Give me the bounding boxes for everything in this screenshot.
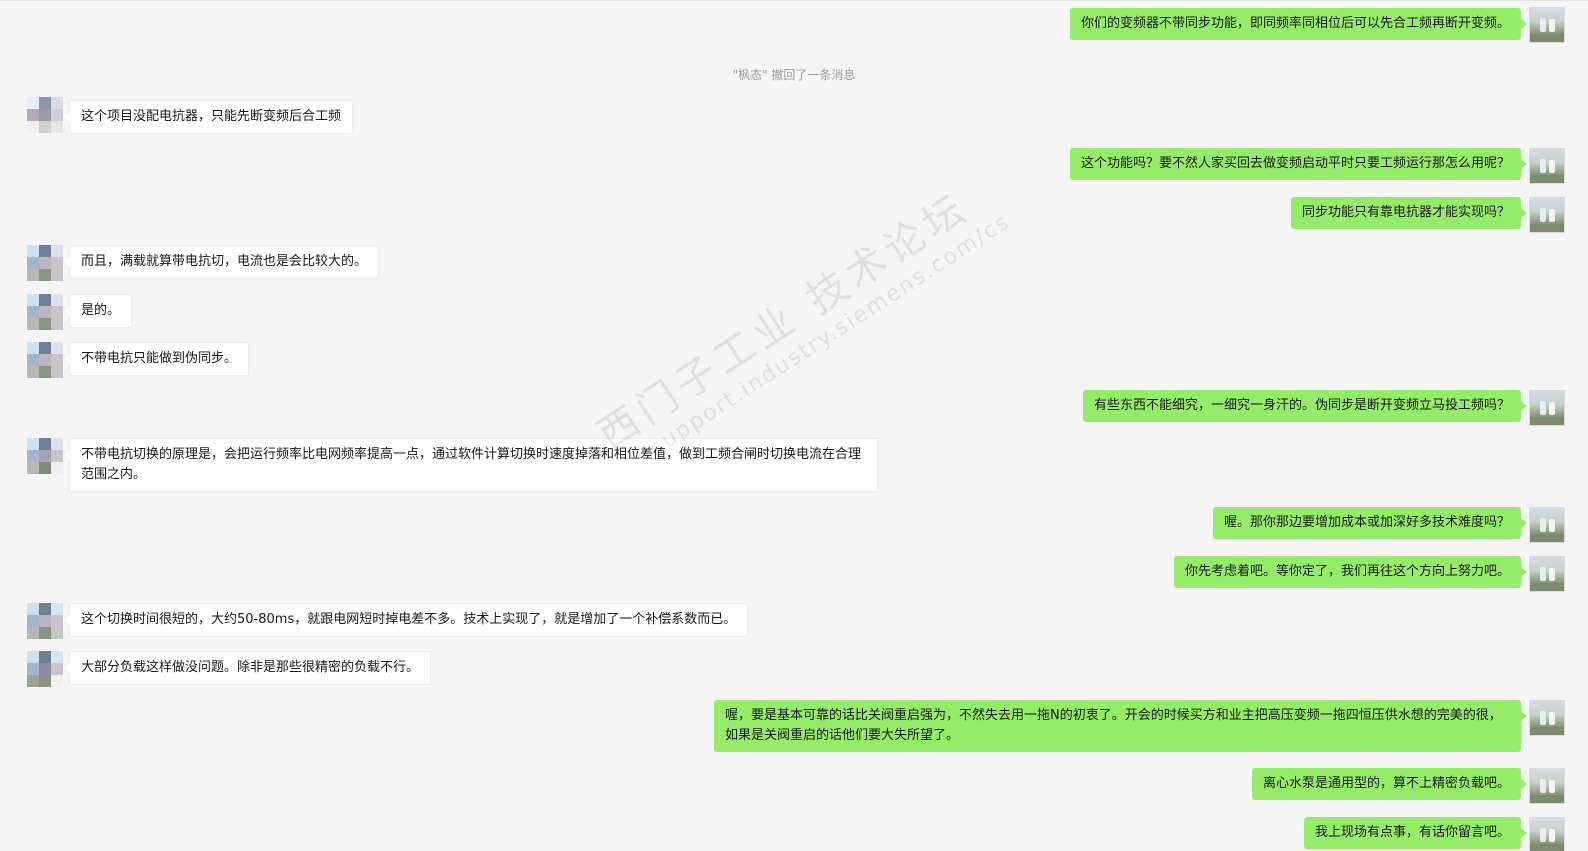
recall-notice: "枫态" 撤回了一条消息 — [732, 68, 856, 82]
user-avatar-icon[interactable] — [1529, 7, 1565, 43]
contact-avatar-icon[interactable] — [27, 438, 63, 474]
top-divider — [0, 0, 1588, 1]
message-bubble-self[interactable]: 有些东西不能细究，一细究一身汗的。伪同步是断开变频立马投工频吗？ — [1083, 390, 1528, 422]
chat-window: 你们的变频器不带同步功能，即同频率同相位后可以先合工频再断开变频。 "枫态" 撤… — [0, 0, 1588, 851]
message-bubble-self[interactable]: 你们的变频器不带同步功能，即同频率同相位后可以先合工频再断开变频。 — [1070, 8, 1528, 40]
contact-avatar-icon[interactable] — [27, 342, 63, 378]
message-bubble-self[interactable]: 这个功能吗？要不然人家买回去做变频启动平时只要工频运行那怎么用呢？ — [1070, 148, 1528, 180]
contact-avatar-icon[interactable] — [27, 603, 63, 639]
message-bubble-self[interactable]: 喔，要是基本可靠的话比关阀重启强为，不然失去用一拖N的初衷了。开会的时候买方和业… — [714, 700, 1527, 752]
user-avatar-icon[interactable] — [1529, 390, 1565, 426]
message-bubble-self[interactable]: 同步功能只有靠电抗器才能实现吗？ — [1291, 197, 1528, 229]
message-bubble-self[interactable]: 我上现场有点事，有话你留言吧。 — [1304, 817, 1528, 849]
user-avatar-icon[interactable] — [1529, 700, 1565, 736]
message-bubble-contact[interactable]: 是的。 — [63, 294, 133, 328]
message-bubble-contact[interactable]: 不带电抗只能做到伪同步。 — [63, 342, 250, 376]
message-bubble-contact[interactable]: 不带电抗切换的原理是，会把运行频率比电网频率提高一点，通过软件计算切换时速度掉落… — [64, 438, 878, 492]
watermark-title: 西门子工业 技术论坛 — [590, 184, 978, 459]
user-avatar-icon[interactable] — [1529, 507, 1565, 543]
message-bubble-contact[interactable]: 大部分负载这样做没问题。除非是那些很精密的负载不行。 — [63, 651, 432, 685]
user-avatar-icon[interactable] — [1529, 197, 1565, 233]
user-avatar-icon[interactable] — [1529, 768, 1565, 804]
message-bubble-contact[interactable]: 这个项目没配电抗器，只能先断变频后合工频 — [63, 100, 354, 134]
user-avatar-icon[interactable] — [1529, 148, 1565, 184]
message-bubble-contact[interactable]: 而且，满载就算带电抗切，电流也是会比较大的。 — [63, 245, 380, 279]
contact-avatar-icon[interactable] — [27, 651, 63, 687]
contact-avatar-icon[interactable] — [27, 294, 63, 330]
message-bubble-self[interactable]: 喔。那你那边要增加成本或加深好多技术难度吗？ — [1213, 507, 1528, 539]
message-bubble-self[interactable]: 你先考虑着吧。等你定了，我们再往这个方向上努力吧。 — [1174, 556, 1528, 588]
forum-watermark: 西门子工业 技术论坛 support.industry.siemens.com/… — [590, 170, 1016, 483]
message-bubble-contact[interactable]: 这个切换时间很短的，大约50-80ms，就跟电网短时掉电差不多。技术上实现了，就… — [63, 603, 749, 637]
contact-avatar-icon[interactable] — [27, 97, 63, 133]
message-bubble-self[interactable]: 离心水泵是通用型的，算不上精密负载吧。 — [1252, 768, 1528, 800]
user-avatar-icon[interactable] — [1529, 817, 1565, 851]
user-avatar-icon[interactable] — [1529, 556, 1565, 592]
watermark-url: support.industry.siemens.com/cs — [645, 208, 1015, 461]
contact-avatar-icon[interactable] — [27, 245, 63, 281]
